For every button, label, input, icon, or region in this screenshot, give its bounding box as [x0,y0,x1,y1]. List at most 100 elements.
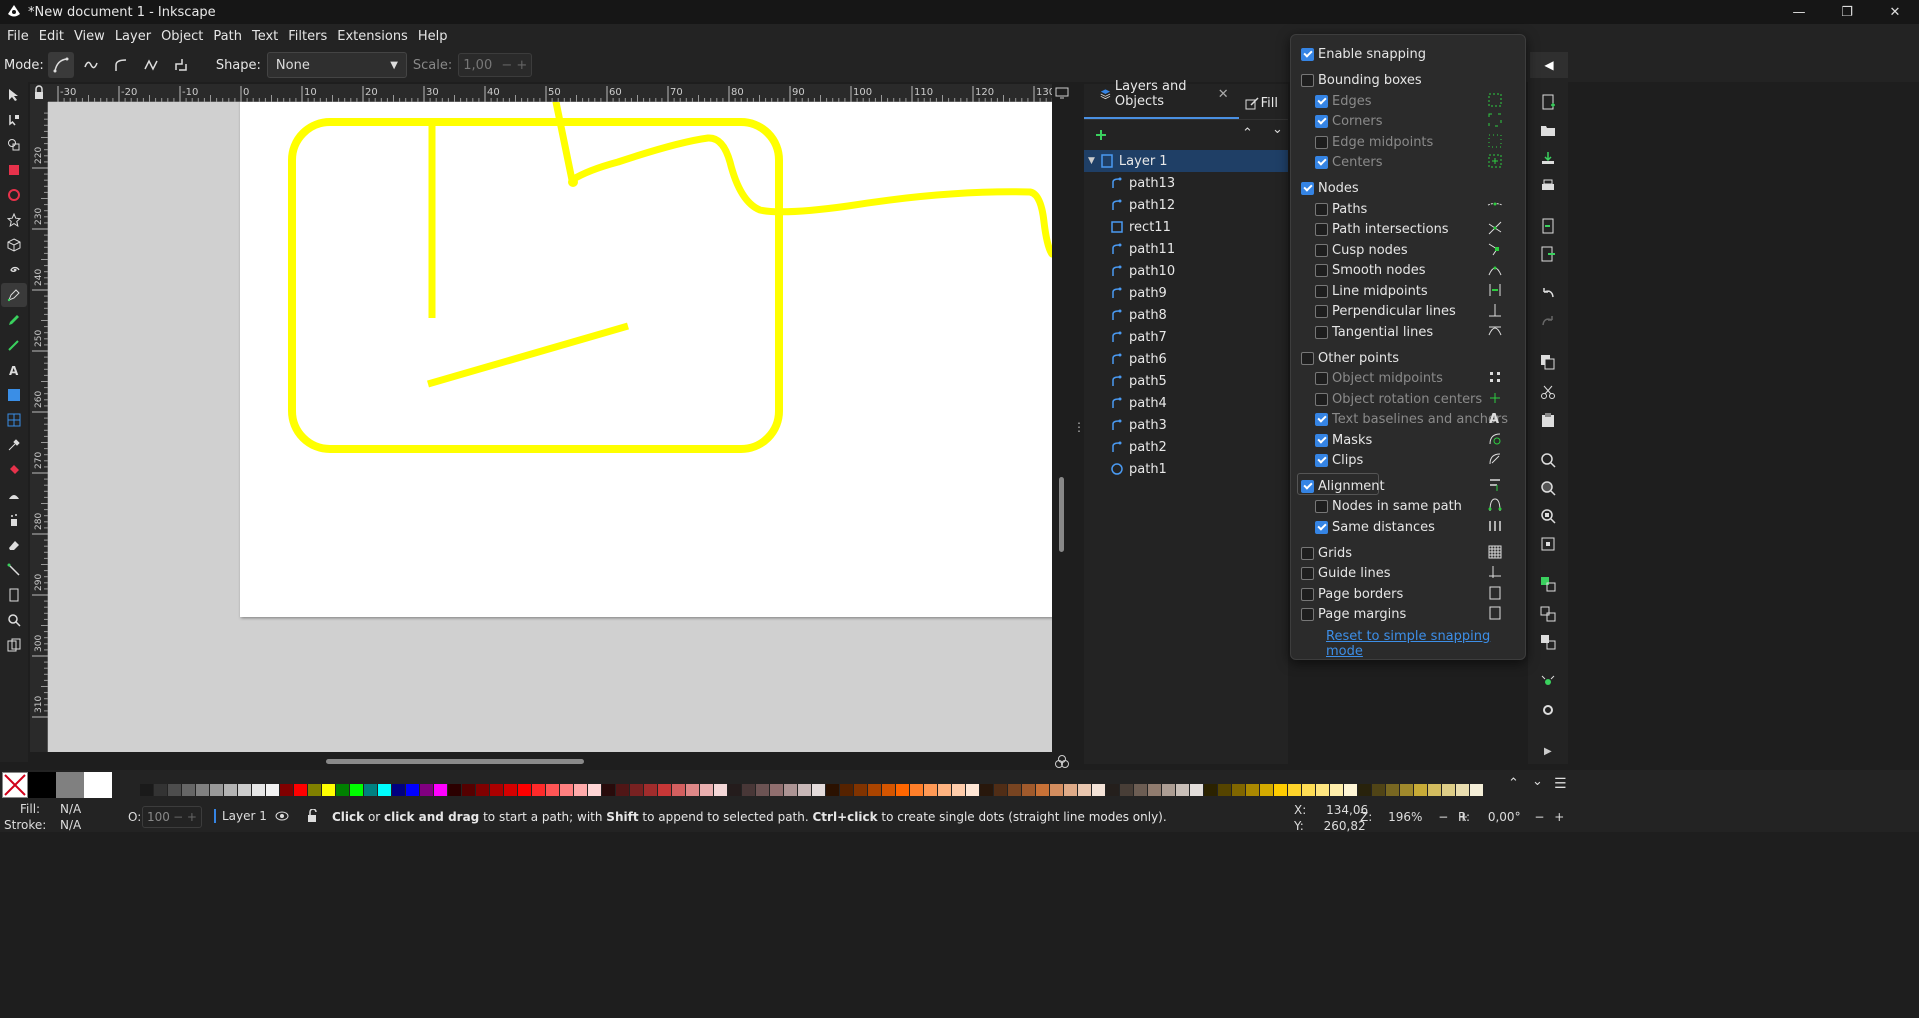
page-margins-option[interactable]: Page margins [1301,604,1406,624]
chevron-down-icon[interactable]: ⌄ [1272,122,1283,137]
zoom-control[interactable]: Z: 196% − + [1360,810,1468,824]
zoom-page-icon[interactable] [1540,508,1556,524]
palette-swatch[interactable] [168,784,181,796]
palette-swatch[interactable] [378,784,391,796]
smooth-nodes-checkbox[interactable] [1315,263,1328,277]
object-row[interactable]: path5 [1084,370,1288,392]
palette-swatch[interactable] [462,784,475,796]
object-row[interactable]: path13 [1084,172,1288,194]
menu-filters[interactable]: Filters [283,29,332,44]
rotate-ccw-icon[interactable]: − [1534,810,1544,824]
guide-lines-checkbox[interactable] [1301,566,1314,580]
palette-swatch[interactable] [1050,784,1063,796]
palette-swatch[interactable] [1008,784,1021,796]
smooth-nodes-option[interactable]: Smooth nodes [1315,260,1426,280]
palette-swatch[interactable] [1260,784,1273,796]
open-folder-icon[interactable] [1540,122,1556,138]
paste-icon[interactable] [1540,412,1556,428]
xml-node-icon[interactable] [1540,674,1556,690]
paths-option[interactable]: Paths [1315,199,1367,219]
alignment-option[interactable]: Alignment [1301,476,1385,496]
palette-swatch[interactable] [336,784,349,796]
palette-swatch[interactable] [700,784,713,796]
clips-checkbox[interactable] [1315,453,1328,467]
palette-swatch[interactable] [1134,784,1147,796]
palette-swatch[interactable] [448,784,461,796]
palette-swatch[interactable] [966,784,979,796]
enable-snapping-checkbox[interactable] [1301,47,1314,61]
palette-scroll-up-icon[interactable]: ⌃ [1508,776,1519,791]
object-row[interactable]: path7 [1084,326,1288,348]
palette-swatch[interactable] [1428,784,1441,796]
bounding-boxes-option[interactable]: Bounding boxes [1301,70,1422,90]
palette-swatch[interactable] [1414,784,1427,796]
palette-swatch[interactable] [980,784,993,796]
palette-swatch[interactable] [154,784,167,796]
tweak-tool[interactable] [1,483,27,507]
palette-swatch[interactable] [868,784,881,796]
palette-swatch[interactable] [1358,784,1371,796]
grids-checkbox[interactable] [1301,546,1314,560]
palette-swatch[interactable] [658,784,671,796]
minimize-button[interactable]: — [1775,0,1823,24]
object-row[interactable]: path2 [1084,436,1288,458]
text-baselines-checkbox[interactable] [1315,412,1328,426]
palette-swatch[interactable] [630,784,643,796]
zoom-value[interactable]: 196% [1388,810,1422,824]
palette-swatch[interactable] [518,784,531,796]
palette-swatch[interactable] [1078,784,1091,796]
tangential-lines-option[interactable]: Tangential lines [1315,322,1433,342]
palette-swatch[interactable] [1386,784,1399,796]
menu-object[interactable]: Object [156,29,208,44]
current-layer-indicator[interactable]: Layer 1 [214,809,267,823]
object-rotation-centers-option[interactable]: Object rotation centers [1315,389,1482,409]
text-tool[interactable]: A [1,358,27,382]
masks-checkbox[interactable] [1315,433,1328,447]
rotation-control[interactable]: R: 0,00° − + [1458,810,1564,824]
palette-swatch[interactable] [406,784,419,796]
black-swatch[interactable] [28,772,56,798]
palette-swatch[interactable] [644,784,657,796]
palette-swatch[interactable] [490,784,503,796]
object-row[interactable]: path6 [1084,348,1288,370]
palette-swatch[interactable] [196,784,209,796]
bounding-boxes-checkbox[interactable] [1301,73,1314,87]
palette-swatch[interactable] [1288,784,1301,796]
enable-snapping-option[interactable]: Enable snapping [1301,44,1426,64]
drawing-canvas[interactable] [48,102,1052,752]
object-midpoints-checkbox[interactable] [1315,371,1328,385]
palette-swatch[interactable] [434,784,447,796]
object-row[interactable]: path9 [1084,282,1288,304]
cut-icon[interactable] [1540,384,1556,400]
tab-fill-stroke[interactable]: Fill [1239,96,1288,119]
palette-swatch[interactable] [1442,784,1455,796]
print-icon[interactable] [1540,178,1556,194]
expand-bar-icon[interactable]: ▶ [1544,746,1552,757]
palette-swatch[interactable] [182,784,195,796]
palette-swatch[interactable] [910,784,923,796]
perpendicular-lines-checkbox[interactable] [1315,304,1328,318]
color-managed-icon[interactable] [1054,754,1070,770]
object-row[interactable]: path8 [1084,304,1288,326]
menu-text[interactable]: Text [247,29,283,44]
menu-help[interactable]: Help [413,29,453,44]
palette-swatch[interactable] [812,784,825,796]
shape-dropdown[interactable]: None ▼ [266,52,407,78]
object-rotation-centers-checkbox[interactable] [1315,392,1328,406]
other-points-checkbox[interactable] [1301,351,1314,365]
rotation-value[interactable]: 0,00° [1488,810,1521,824]
menu-view[interactable]: View [69,29,110,44]
close-window-button[interactable]: ✕ [1871,0,1919,24]
ruler-lock[interactable] [30,84,48,102]
paint-bucket-tool[interactable] [1,458,27,482]
palette-swatch[interactable] [1120,784,1133,796]
palette-swatch[interactable] [588,784,601,796]
perpendicular-lines-option[interactable]: Perpendicular lines [1315,301,1456,321]
measure-tool[interactable] [1,633,27,657]
alignment-checkbox[interactable] [1301,479,1314,493]
page-borders-checkbox[interactable] [1301,587,1314,601]
palette-swatch[interactable] [854,784,867,796]
palette-swatch[interactable] [840,784,853,796]
zoom-tool[interactable] [1,608,27,632]
pen-tool[interactable] [1,283,27,307]
